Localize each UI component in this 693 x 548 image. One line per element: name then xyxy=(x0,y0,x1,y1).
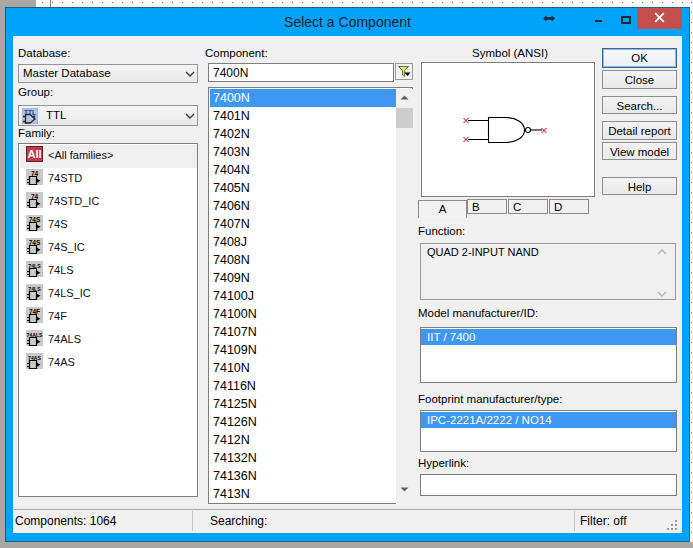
svg-text:74S: 74S xyxy=(29,239,41,246)
svg-text:74LS: 74LS xyxy=(28,286,41,292)
svg-text:74F: 74F xyxy=(29,308,40,315)
svg-text:74ALS: 74ALS xyxy=(26,332,43,338)
svg-text:74: 74 xyxy=(31,193,39,200)
svg-text:74S: 74S xyxy=(29,216,41,223)
svg-text:74AS: 74AS xyxy=(28,355,42,361)
svg-text:74LS: 74LS xyxy=(28,263,41,269)
svg-text:74: 74 xyxy=(31,170,39,177)
